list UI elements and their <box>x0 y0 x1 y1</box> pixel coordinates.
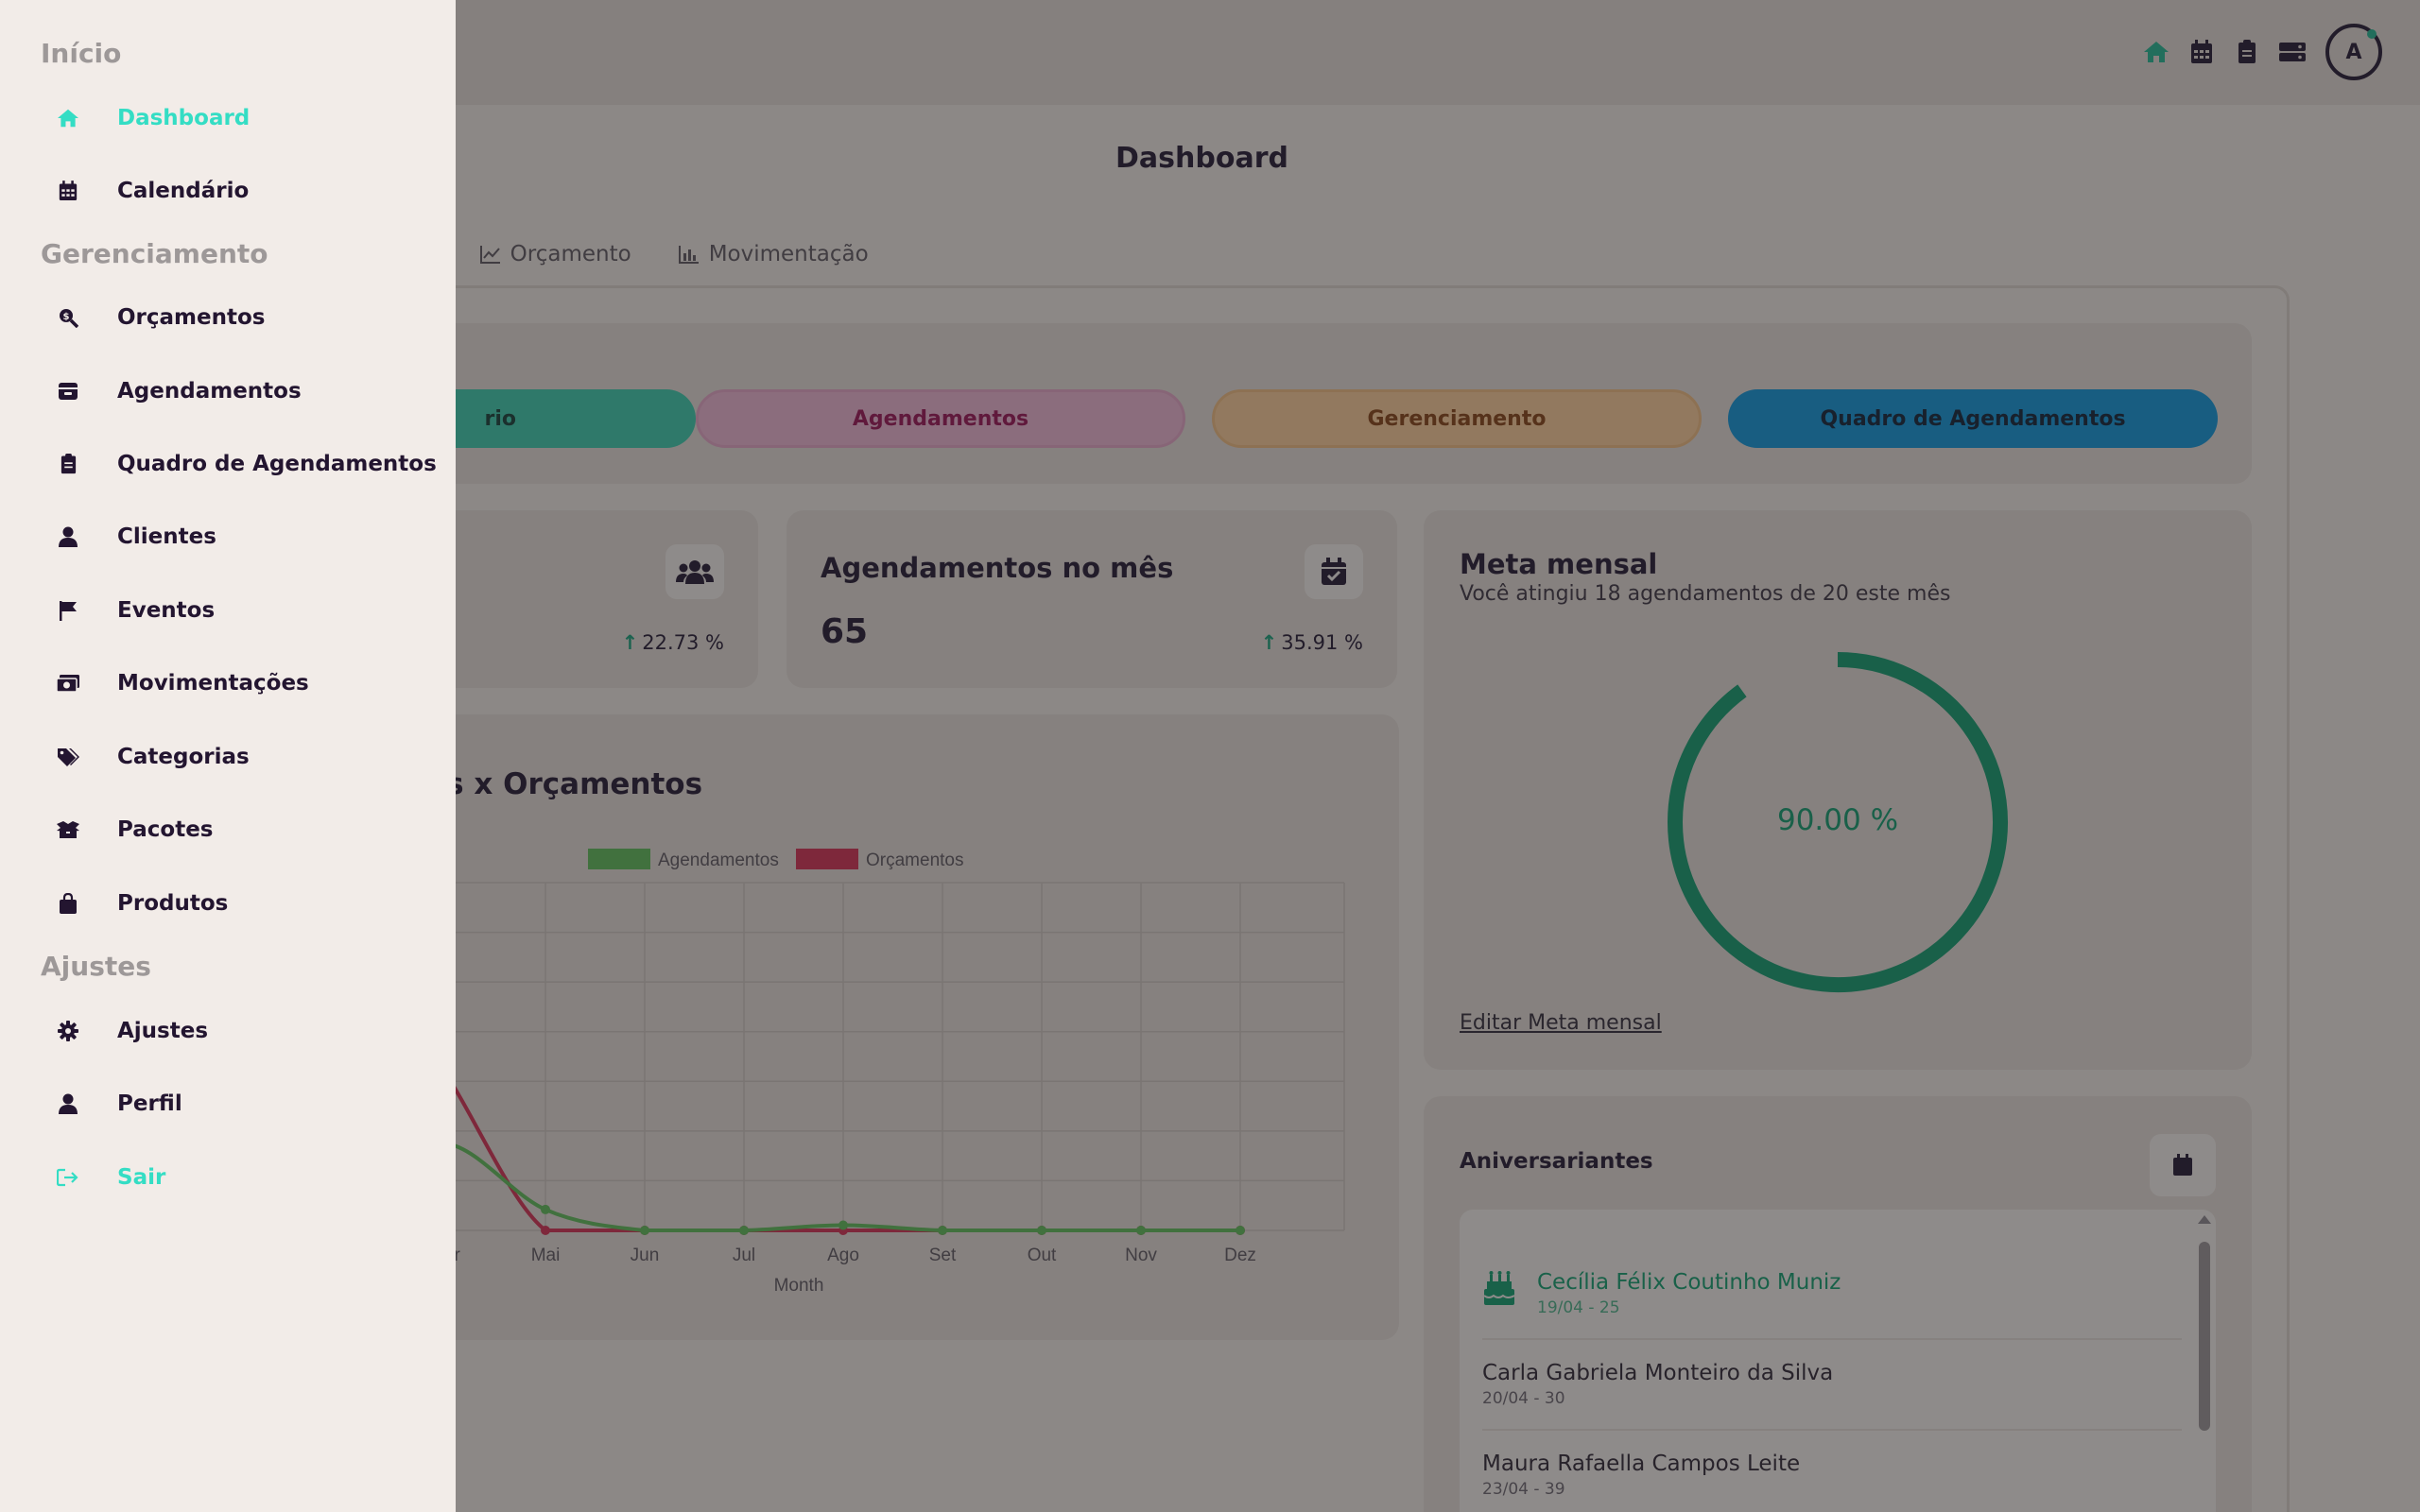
sidebar-section-inicio: Início <box>41 38 122 69</box>
sidebar-item-label: Quadro de Agendamentos <box>117 452 437 476</box>
sidebar-item-produtos[interactable]: Produtos <box>51 878 448 929</box>
sidebar-section-gerenciamento: Gerenciamento <box>41 238 268 269</box>
sidebar-item-label: Movimentações <box>117 671 309 696</box>
sidebar-item-ajustes[interactable]: Ajustes <box>51 1005 448 1057</box>
box-icon <box>51 813 85 847</box>
sidebar-item-calendario[interactable]: Calendário <box>51 165 448 216</box>
sidebar-item-label: Produtos <box>117 891 229 916</box>
sidebar-item-label: Eventos <box>117 598 216 623</box>
tags-icon <box>51 740 85 774</box>
calendar-icon <box>51 174 85 208</box>
sidebar-item-agendamentos[interactable]: Agendamentos <box>51 366 448 417</box>
sign-out-icon <box>51 1160 85 1194</box>
sidebar-item-categorias[interactable]: Categorias <box>51 731 448 782</box>
sidebar-item-pacotes[interactable]: Pacotes <box>51 804 448 855</box>
sidebar-item-label: Categorias <box>117 745 250 769</box>
sidebar-item-dashboard[interactable]: Dashboard <box>51 93 448 144</box>
sidebar-item-perfil[interactable]: Perfil <box>51 1078 448 1129</box>
clipboard-icon <box>51 447 85 481</box>
sidebar-item-orcamentos[interactable]: $ Orçamentos <box>51 292 448 343</box>
sidebar-item-label: Agendamentos <box>117 379 302 404</box>
sidebar-item-label: Dashboard <box>117 106 251 130</box>
user-icon <box>51 520 85 554</box>
sidebar-item-label: Sair <box>117 1165 166 1190</box>
gear-icon <box>51 1014 85 1048</box>
sidebar-item-quadro[interactable]: Quadro de Agendamentos <box>51 438 448 490</box>
flag-icon <box>51 593 85 627</box>
sidebar-item-sair[interactable]: Sair <box>51 1152 448 1203</box>
sidebar-item-label: Orçamentos <box>117 305 266 330</box>
sidebar-item-label: Clientes <box>117 524 216 549</box>
home-icon <box>51 101 85 135</box>
search-dollar-icon: $ <box>51 301 85 335</box>
user-icon <box>51 1087 85 1121</box>
sidebar-item-label: Pacotes <box>117 817 214 842</box>
svg-text:$: $ <box>63 312 70 322</box>
sidebar-drawer: Início Dashboard Calendário Gerenciament… <box>0 0 456 1512</box>
shopping-bag-icon <box>51 886 85 920</box>
sidebar-item-label: Calendário <box>117 179 250 203</box>
sidebar-item-movimentacoes[interactable]: Movimentações <box>51 658 448 709</box>
sidebar-item-label: Ajustes <box>117 1019 209 1043</box>
sidebar-item-eventos[interactable]: Eventos <box>51 585 448 636</box>
money-icon <box>51 666 85 700</box>
calendar-box-icon <box>51 374 85 408</box>
sidebar-section-ajustes: Ajustes <box>41 951 151 982</box>
sidebar-item-clientes[interactable]: Clientes <box>51 511 448 562</box>
sidebar-item-label: Perfil <box>117 1091 182 1116</box>
